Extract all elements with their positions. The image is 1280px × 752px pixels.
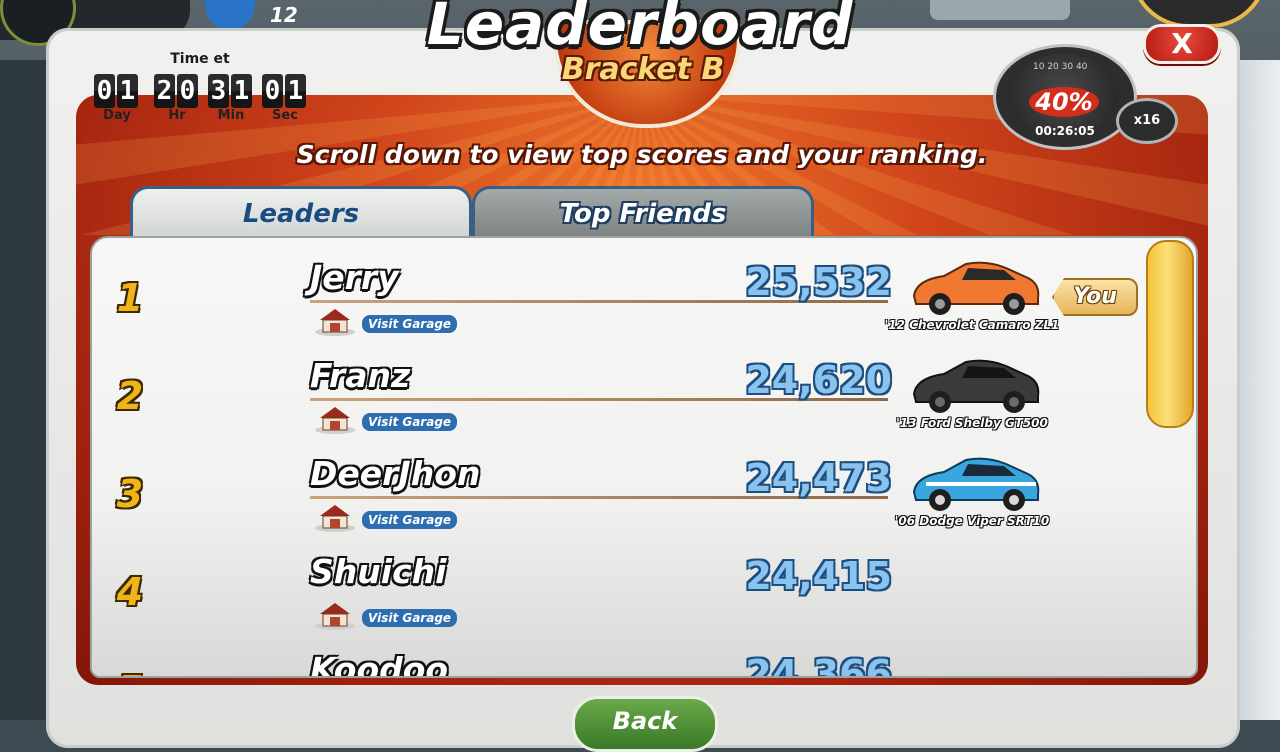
- timer-digit: 0: [177, 74, 198, 108]
- timer-digit: 0: [262, 74, 283, 108]
- player-name: Koodoo: [310, 650, 449, 678]
- leaderboard-list[interactable]: 1 Jerry 25,532 Visit Garage '12 Chevrole…: [90, 236, 1198, 678]
- leaderboard-row: 4 Shuichi 24,415 Visit Garage: [92, 532, 1152, 630]
- timer-digit: 0: [94, 74, 115, 108]
- you-tag: You: [1052, 278, 1138, 316]
- scrollbar[interactable]: [1146, 240, 1194, 670]
- player-name: Jerry: [310, 258, 399, 297]
- timer-digit: 1: [231, 74, 252, 108]
- car-name: '13 Ford Shelby GT500: [896, 416, 1048, 430]
- car-icon: [912, 261, 1040, 315]
- hud-top-number: 12: [270, 3, 298, 27]
- garage-icon[interactable]: [314, 306, 356, 336]
- player-name: DeerJhon: [310, 454, 481, 493]
- player-name: Shuichi: [310, 552, 447, 591]
- back-button[interactable]: Back: [572, 696, 718, 752]
- leaderboard-row: 2 Franz 24,620 Visit Garage '13 Ford She…: [92, 336, 1152, 434]
- leaderboard-row: 3 DeerJhon 24,473 Visit Garage '06 Dodge…: [92, 434, 1152, 532]
- timer-digit: 1: [117, 74, 138, 108]
- speed-gauge: 10 20 30 40 40% 00:26:05: [993, 44, 1137, 150]
- rank-number: 2: [116, 374, 144, 418]
- hud-toolbar: [930, 0, 1070, 20]
- timer-min: 3 1: [208, 74, 252, 108]
- rank-number: 4: [116, 570, 144, 614]
- tab-top-friends[interactable]: Top Friends: [472, 186, 814, 241]
- timer-label: Time et: [170, 51, 230, 67]
- gauge-percent: 40%: [1029, 87, 1099, 117]
- instruction-text: Scroll down to view top scores and your …: [296, 140, 988, 169]
- car-icon: [912, 457, 1040, 511]
- timer-digit: 1: [285, 74, 306, 108]
- player-score: 24,473: [745, 456, 892, 500]
- multiplier-badge: x16: [1116, 98, 1178, 144]
- gauge-ticks: 10 20 30 40: [1033, 62, 1088, 72]
- timer-unit-min: Min: [217, 108, 245, 123]
- bracket-subtitle: Bracket B: [561, 52, 725, 87]
- visit-garage-button[interactable]: Visit Garage: [362, 511, 458, 529]
- garage-icon[interactable]: [314, 404, 356, 434]
- timer-day: 0 1: [94, 74, 138, 108]
- rank-number: 1: [116, 276, 144, 320]
- car-name: '12 Chevrolet Camaro ZL1: [884, 318, 1060, 332]
- leaderboard-row: 5 Koodoo 24,366: [92, 630, 1152, 678]
- scrollbar-thumb[interactable]: [1146, 240, 1194, 428]
- timer-digit: 3: [208, 74, 229, 108]
- player-name: Franz: [310, 356, 411, 395]
- rank-number: 5: [110, 668, 150, 676]
- player-score: 24,366: [745, 652, 892, 678]
- timer-digit: 2: [154, 74, 175, 108]
- timer-hr: 2 0: [154, 74, 198, 108]
- timer-unit-day: Day: [103, 108, 131, 123]
- player-score: 24,415: [745, 554, 892, 598]
- leaderboard-title: Leaderboard: [426, 0, 854, 58]
- close-button[interactable]: X: [1143, 24, 1221, 64]
- car-icon: [912, 359, 1040, 413]
- player-score: 24,620: [745, 358, 892, 402]
- gauge-elapsed-time: 00:26:05: [1035, 124, 1095, 138]
- timer-unit-sec: Sec: [272, 108, 298, 123]
- tab-leaders[interactable]: Leaders: [130, 186, 472, 241]
- visit-garage-button[interactable]: Visit Garage: [362, 609, 458, 627]
- player-score: 25,532: [745, 260, 892, 304]
- leaderboard-row: 1 Jerry 25,532 Visit Garage '12 Chevrole…: [92, 238, 1152, 336]
- visit-garage-button[interactable]: Visit Garage: [362, 413, 458, 431]
- garage-icon[interactable]: [314, 600, 356, 630]
- timer-sec: 0 1: [262, 74, 306, 108]
- rank-number: 3: [116, 472, 144, 516]
- garage-icon[interactable]: [314, 502, 356, 532]
- car-name: '06 Dodge Viper SRT10: [894, 514, 1050, 528]
- visit-garage-button[interactable]: Visit Garage: [362, 315, 458, 333]
- timer-unit-hr: Hr: [168, 108, 186, 123]
